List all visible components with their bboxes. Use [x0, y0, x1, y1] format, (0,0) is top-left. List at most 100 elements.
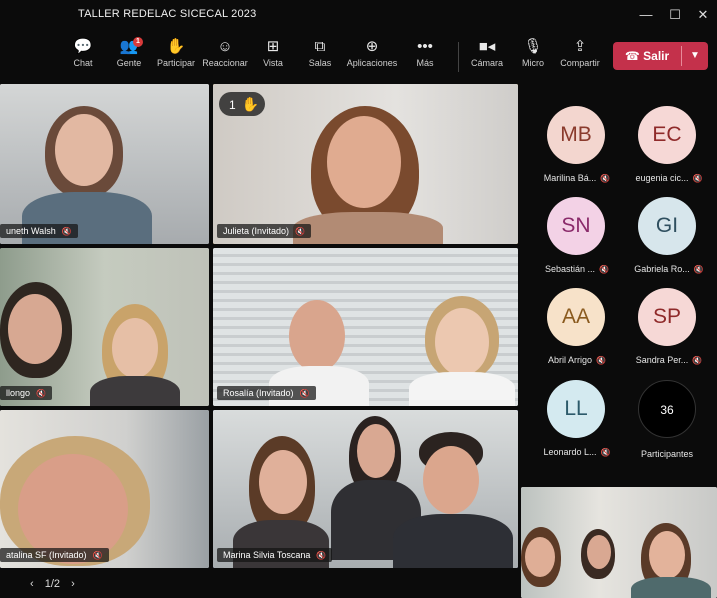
chevron-left-icon[interactable]: ‹ — [30, 578, 34, 590]
chevron-right-icon[interactable]: › — [71, 578, 75, 590]
mic-off-icon: 🔇 — [36, 389, 46, 398]
rooms-icon: ⧉ — [314, 38, 326, 55]
leave-button[interactable]: ☎ Salir ▼ — [613, 42, 708, 70]
page-indicator: 1/2 — [44, 578, 61, 590]
video-tile[interactable]: Rosalía (Invitado) 🔇 — [213, 248, 518, 406]
participant-name-label: Rosalía (Invitado) 🔇 — [217, 386, 316, 400]
person-face — [435, 308, 489, 376]
person-body — [90, 376, 180, 406]
more-participants-button[interactable]: 36 — [638, 380, 696, 438]
react-button[interactable]: ☺ Reaccionar — [199, 36, 251, 78]
share-button[interactable]: ⇪ Compartir — [554, 36, 606, 78]
apps-button[interactable]: ⊕ Aplicaciones — [346, 36, 398, 78]
participant-avatar[interactable]: GI — [638, 197, 696, 255]
phone-icon: ☎ — [624, 49, 640, 63]
view-button[interactable]: ⊞ Vista — [247, 36, 299, 78]
meeting-toolbar: 💬 Chat 👥 1 Gente ✋ Participar ☺ Reaccion… — [0, 30, 717, 82]
mic-off-icon: 🔇 — [295, 227, 306, 236]
mic-off-icon: 🔇 — [599, 265, 609, 274]
mic-off-icon: 🔇 — [316, 551, 327, 560]
video-tile[interactable]: llongo 🔇 — [0, 248, 209, 406]
toolbar-divider — [458, 42, 459, 72]
more-button[interactable]: ••• Más — [399, 36, 451, 78]
video-tile[interactable]: atalina SF (Invitado) 🔇 — [0, 410, 209, 568]
mic-off-icon: 🔇 — [600, 174, 611, 183]
mic-off-icon: 🔇 — [692, 174, 703, 183]
video-tile-active-speaker[interactable]: 1 ✋ Julieta (Invitado) 🔇 — [213, 84, 518, 244]
raise-hand-icon: ✋ — [166, 38, 186, 55]
participant-name-label: llongo 🔇 — [0, 386, 52, 400]
participant-name-label: uneth Walsh 🔇 — [0, 224, 78, 238]
mic-off-icon: 🔇 — [693, 265, 704, 274]
person-body — [631, 577, 711, 598]
raised-hand-badge: 1 ✋ — [219, 92, 265, 116]
participant-name-label: Julieta (Invitado) 🔇 — [217, 224, 312, 238]
raise-hand-button[interactable]: ✋ Participar — [150, 36, 202, 78]
mic-button[interactable]: 🎙 Micro — [507, 36, 559, 78]
people-button[interactable]: 👥 1 Gente — [103, 36, 155, 78]
participant-avatar[interactable]: SN — [547, 197, 605, 255]
mic-icon: 🎙 — [523, 38, 543, 55]
mic-off-icon: 🔇 — [600, 448, 611, 457]
participant-avatar[interactable]: SP — [638, 288, 696, 346]
leave-divider — [681, 46, 682, 66]
gallery-pager: ‹ 1/2 › — [30, 578, 75, 590]
person-body — [409, 372, 515, 406]
person-face — [259, 450, 307, 514]
share-icon: ⇪ — [573, 38, 587, 55]
participant-name-label: atalina SF (Invitado) 🔇 — [0, 548, 109, 562]
apps-icon: ⊕ — [365, 38, 379, 55]
title-bar: TALLER REDELAC SICECAL 2023 — ☐ ✕ — [0, 0, 717, 30]
mic-off-icon: 🔇 — [596, 356, 606, 365]
mic-off-icon: 🔇 — [299, 389, 310, 398]
close-icon[interactable]: ✕ — [694, 6, 712, 24]
person-face — [357, 424, 395, 478]
person-face — [525, 537, 555, 577]
participant-avatar[interactable]: MB — [547, 106, 605, 164]
person-face — [587, 535, 611, 569]
raise-hand-icon: ✋ — [241, 96, 260, 112]
person-face — [423, 446, 479, 514]
notification-badge: 1 — [133, 37, 143, 47]
person-face — [649, 531, 685, 579]
mic-off-icon: 🔇 — [61, 227, 72, 236]
chevron-down-icon[interactable]: ▼ — [685, 42, 705, 70]
participants-label: Participantes — [640, 449, 694, 459]
leave-main[interactable]: ☎ Salir — [613, 42, 681, 70]
people-icon: 👥 — [119, 38, 139, 55]
leave-label: Salir — [643, 49, 670, 63]
participant-name: Sandra Per... 🔇 — [635, 355, 703, 365]
person-face — [8, 294, 62, 364]
window-title: TALLER REDELAC SICECAL 2023 — [78, 8, 257, 20]
maximize-icon[interactable]: ☐ — [666, 6, 684, 24]
participant-name-label: Marina Silvia Toscana 🔇 — [217, 548, 333, 562]
participant-name: eugenia cic... 🔇 — [635, 173, 703, 183]
participant-avatar[interactable]: AA — [547, 288, 605, 346]
participant-avatar[interactable]: EC — [638, 106, 696, 164]
video-tile[interactable]: uneth Walsh 🔇 — [0, 84, 209, 244]
chat-icon: 💬 — [73, 38, 93, 55]
camera-icon: ■◂ — [478, 38, 496, 55]
chat-button[interactable]: 💬 Chat — [57, 36, 109, 78]
participant-name: Sebastián ... 🔇 — [544, 264, 609, 274]
mic-off-icon: 🔇 — [92, 551, 103, 560]
rooms-button[interactable]: ⧉ Salas — [294, 36, 346, 78]
participant-name: Leonardo L... 🔇 — [543, 447, 611, 457]
self-view-video[interactable] — [521, 487, 717, 598]
person-body — [293, 212, 443, 244]
more-icon: ••• — [417, 38, 433, 55]
person-body — [393, 514, 513, 568]
person-face — [327, 116, 401, 208]
participant-avatar[interactable]: LL — [547, 380, 605, 438]
grid-icon: ⊞ — [266, 38, 280, 55]
smile-icon: ☺ — [217, 38, 233, 55]
participant-name: Marilina Bá... 🔇 — [543, 173, 611, 183]
participant-name: Abril Arrigo 🔇 — [548, 355, 606, 365]
person-face — [112, 318, 158, 378]
minimize-icon[interactable]: — — [637, 6, 655, 24]
person-face — [55, 114, 113, 186]
video-tile-selected[interactable]: Marina Silvia Toscana 🔇 — [213, 410, 518, 568]
person-face — [289, 300, 345, 372]
mic-off-icon: 🔇 — [692, 356, 703, 365]
camera-button[interactable]: ■◂ Cámara — [461, 36, 513, 78]
